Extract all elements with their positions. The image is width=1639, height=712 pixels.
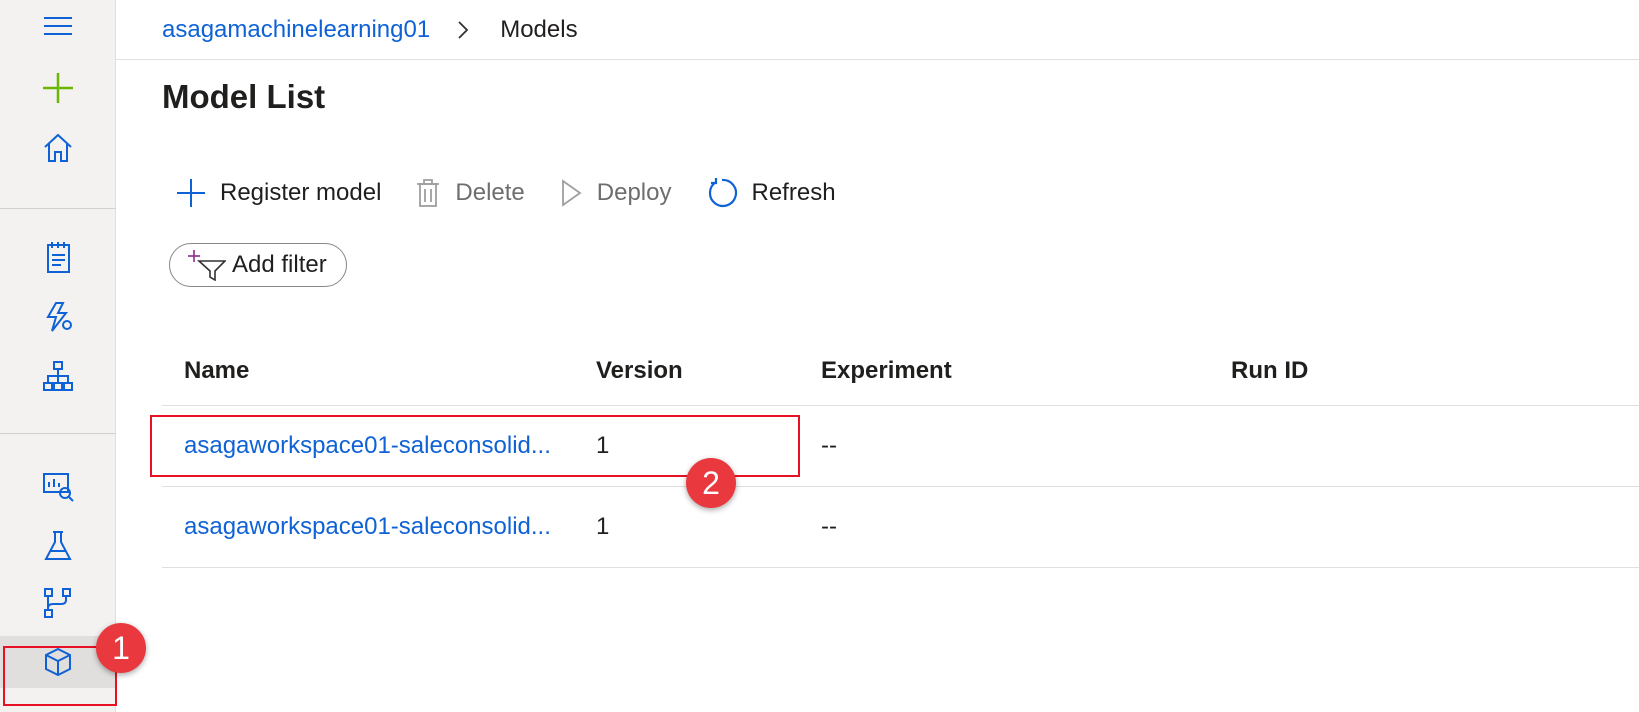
step-badge-1: 1: [96, 623, 146, 673]
rail-divider: [0, 208, 116, 209]
plus-icon: [43, 73, 73, 103]
register-model-button[interactable]: Register model: [176, 178, 381, 208]
add-icon: [177, 179, 205, 207]
add-filter-label: Add filter: [232, 251, 327, 278]
column-header-run-id[interactable]: Run ID: [1231, 336, 1308, 405]
deploy-label: Deploy: [596, 179, 672, 206]
automated-ml-button[interactable]: [0, 291, 116, 343]
breadcrumb-workspace-link[interactable]: asagamachinelearning01: [162, 16, 430, 44]
filter-add-icon: [188, 250, 226, 281]
refresh-icon: [708, 178, 737, 207]
deploy-button[interactable]: Deploy: [559, 178, 672, 208]
menu-button[interactable]: [0, 0, 116, 52]
play-icon: [561, 179, 582, 207]
column-header-name[interactable]: Name: [184, 336, 249, 405]
pipelines-icon: [44, 588, 71, 618]
notebook-icon: [47, 242, 70, 273]
home-icon: [44, 133, 72, 162]
add-filter-button[interactable]: Add filter: [169, 243, 347, 287]
experiments-button[interactable]: [0, 520, 116, 572]
experiments-icon: [44, 531, 72, 560]
pipelines-button[interactable]: [0, 577, 116, 629]
model-experiment: --: [821, 513, 837, 540]
refresh-button[interactable]: Refresh: [706, 177, 836, 209]
model-version: 1: [596, 513, 610, 540]
table-row[interactable]: asagaworkspace01-saleconsolid... 1 --: [162, 487, 1639, 568]
command-toolbar: Register model Delete Deploy Refresh: [176, 170, 870, 216]
create-new-button[interactable]: [0, 62, 116, 114]
chevron-right-icon: [456, 20, 470, 40]
model-name-link[interactable]: asagaworkspace01-saleconsolid...: [184, 487, 551, 567]
step-badge-2: 2: [686, 458, 736, 508]
breadcrumb-current: Models: [500, 15, 578, 43]
menu-icon: [44, 17, 72, 35]
refresh-label: Refresh: [751, 179, 836, 206]
register-model-label: Register model: [220, 179, 382, 206]
designer-icon: [43, 361, 73, 391]
delete-button[interactable]: Delete: [415, 178, 525, 208]
designer-button[interactable]: [0, 350, 116, 402]
delete-label: Delete: [455, 179, 525, 206]
left-nav-rail: [0, 0, 116, 712]
automl-icon: [46, 302, 72, 332]
table-header: Name Version Experiment Run ID: [162, 336, 1639, 406]
trash-icon: [417, 179, 440, 207]
column-header-experiment[interactable]: Experiment: [821, 336, 952, 405]
datasets-button[interactable]: [0, 460, 116, 512]
breadcrumb: asagamachinelearning01 Models: [116, 0, 1639, 60]
rail-divider: [0, 433, 116, 434]
home-button[interactable]: [0, 122, 116, 174]
notebooks-button[interactable]: [0, 232, 116, 284]
model-experiment: --: [821, 432, 837, 459]
datasets-icon: [43, 473, 74, 502]
page-title: Model List: [162, 78, 326, 115]
column-header-version[interactable]: Version: [596, 336, 683, 405]
